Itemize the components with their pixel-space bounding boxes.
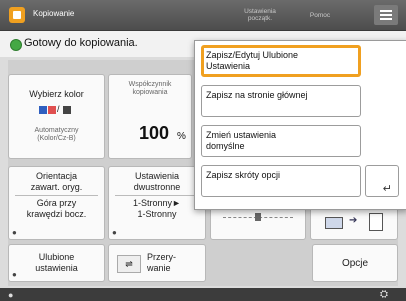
corner-indicator-icon: ● [12, 228, 17, 237]
interrupt-button[interactable]: ⇌ Przery- wanie [108, 244, 206, 282]
duplex-value: 1-Stronny► 1-Stronny [133, 198, 181, 219]
home-dot-icon[interactable]: ● [8, 290, 13, 300]
network-status-icon[interactable]: ⛭ [380, 289, 388, 300]
hamburger-menu-icon[interactable] [374, 5, 398, 25]
menu-item-label: Zapisz skróty opcji [206, 170, 281, 180]
color-tile-value: Automatyczny (Kolor/Cz-B) [34, 127, 79, 142]
copy-ratio-label: Współczynnik kopiowania [128, 81, 172, 96]
divider [115, 195, 199, 196]
density-slider-tile[interactable] [210, 206, 306, 240]
status-text: Gotowy do kopiowania. [24, 37, 138, 49]
divider [15, 195, 98, 196]
top-bar: Kopiowanie Ustawienia początk. Pomoc [0, 0, 406, 31]
slider-handle-icon [255, 213, 261, 221]
menu-item-change-defaults[interactable]: Zmień ustawienia domyślne [201, 125, 361, 157]
select-color-tile[interactable]: Wybierz kolor / Automatyczny (Kolor/Cz-B… [8, 74, 105, 159]
interrupt-icon: ⇌ [117, 255, 141, 273]
bottom-bar: ● ⛭ [0, 288, 406, 301]
color-mode-icon: / [39, 104, 77, 116]
orientation-tile[interactable]: Orientacja zawart. oryg. Góra przy krawę… [8, 166, 105, 240]
menu-item-save-on-home[interactable]: Zapisz na stronie głównej [201, 85, 361, 117]
corner-indicator-icon: ● [112, 228, 117, 237]
app-title: Kopiowanie [33, 9, 75, 18]
menu-item-label: Zapisz na stronie głównej [206, 90, 308, 100]
menu-item-save-option-shortcuts[interactable]: Zapisz skróty opcji [201, 165, 361, 197]
options-menu-popup: Zapisz/Edytuj Ulubione Ustawienia Zapisz… [194, 40, 406, 210]
enter-arrow-icon[interactable]: ↵ [365, 165, 399, 197]
copy-app-icon [9, 7, 25, 23]
ready-status-icon [10, 39, 22, 51]
options-button[interactable]: Opcje [312, 244, 398, 282]
menu-item-save-edit-favorites[interactable]: Zapisz/Edytuj Ulubione Ustawienia [201, 45, 361, 77]
help-button[interactable]: Pomoc [300, 5, 340, 25]
copy-ratio-unit: % [177, 131, 186, 142]
menu-item-label: Zmień ustawienia domyślne [206, 130, 277, 151]
orientation-label: Orientacja zawart. oryg. [30, 171, 83, 192]
paper-tray-icon [325, 217, 343, 229]
copy-ratio-value: 100 [139, 123, 170, 143]
favorite-settings-label: Ulubione ustawienia [35, 252, 78, 273]
duplex-settings-tile[interactable]: Ustawienia dwustronne 1-Stronny► 1-Stron… [108, 166, 206, 240]
copy-ratio-tile[interactable]: Współczynnik kopiowania 100 % [108, 74, 192, 159]
options-label: Opcje [341, 258, 369, 269]
favorite-settings-button[interactable]: Ulubione ustawienia ● [8, 244, 105, 282]
color-tile-label: Wybierz kolor [29, 89, 84, 99]
arrow-right-icon: ➔ [349, 215, 358, 226]
menu-item-label: Zapisz/Edytuj Ulubione Ustawienia [206, 50, 299, 71]
duplex-label: Ustawienia dwustronne [133, 171, 181, 192]
corner-indicator-icon: ● [12, 270, 17, 279]
paper-select-tile[interactable]: ➔ [310, 206, 398, 240]
orientation-value: Góra przy krawędzi bocz. [26, 198, 87, 219]
reset-button[interactable]: Ustawienia początk. [230, 5, 290, 25]
document-icon [369, 213, 383, 231]
interrupt-label: Przery- wanie [147, 252, 176, 273]
